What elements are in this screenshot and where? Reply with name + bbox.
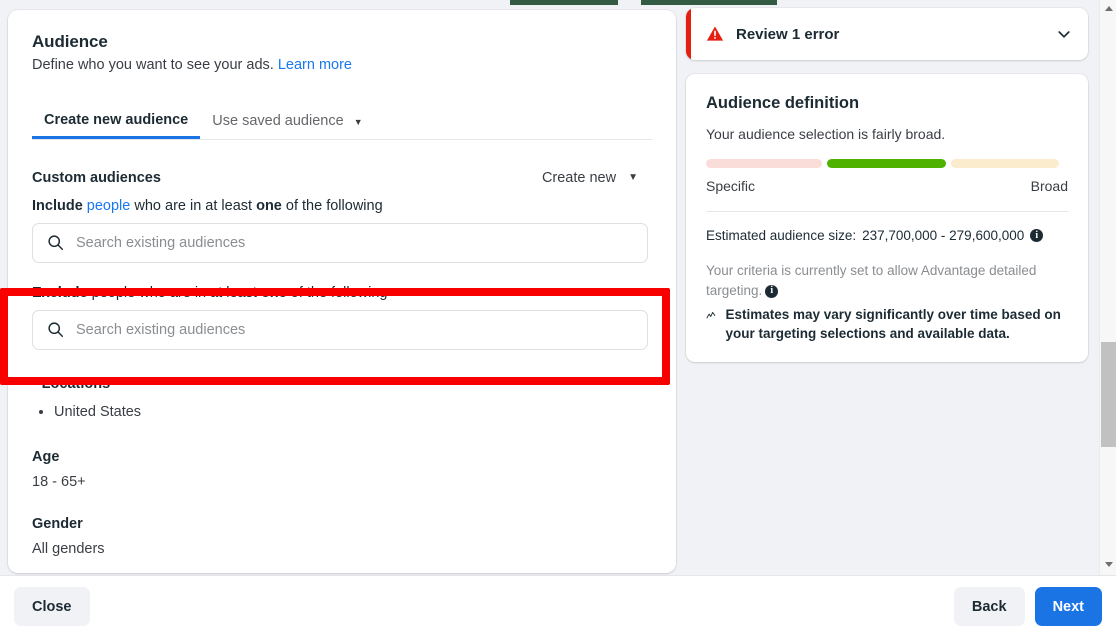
scroll-down-arrow-icon[interactable] [1100, 556, 1116, 573]
gauge-segment-broad [951, 159, 1059, 168]
gauge-label-broad: Broad [1031, 178, 1068, 194]
gender-value: All genders [32, 541, 652, 557]
include-search-placeholder: Search existing audiences [76, 235, 245, 251]
audience-card: Audience Define who you want to see your… [8, 10, 676, 573]
error-accent-bar [686, 8, 691, 60]
variance-note-text: Estimates may vary significantly over ti… [725, 306, 1068, 344]
gender-section: Gender All genders [32, 516, 652, 557]
locations-list: United States [32, 402, 652, 424]
exclude-prefix: Exclude [32, 285, 88, 301]
audience-description: Define who you want to see your ads. Lea… [32, 56, 652, 76]
right-panel: Review 1 error Audience definition Your … [686, 8, 1088, 362]
locations-heading: * Locations [32, 376, 652, 392]
gender-heading: Gender [32, 516, 652, 532]
page-title: Audience [32, 32, 652, 52]
gauge-label-specific: Specific [706, 178, 755, 194]
create-new-label: Create new [542, 170, 616, 186]
divider [706, 211, 1068, 212]
include-instruction: Include people who are in at least one o… [32, 198, 652, 214]
review-error-panel[interactable]: Review 1 error [686, 8, 1088, 60]
back-button[interactable]: Back [954, 587, 1025, 626]
exclude-instruction: Exclude people who are in at least one o… [32, 285, 652, 301]
age-section: Age 18 - 65+ [32, 449, 652, 490]
search-icon [47, 234, 64, 251]
audience-definition-title: Audience definition [706, 94, 1068, 113]
custom-audiences-header: Custom audiences Create new ▼ [32, 170, 652, 186]
estimate-label: Estimated audience size: [706, 228, 856, 243]
criteria-note: Your criteria is currently set to allow … [706, 261, 1068, 300]
age-value: 18 - 65+ [32, 474, 652, 490]
bottom-action-bar: Close Back Next [0, 575, 1116, 637]
exclude-suffix: of the following [291, 285, 388, 301]
audience-tabs: Create new audience Use saved audience ▼ [32, 102, 652, 140]
info-icon[interactable]: i [765, 285, 778, 298]
estimate-value: 237,700,000 - 279,600,000 [862, 228, 1024, 243]
locations-section: * Locations United States [32, 376, 652, 424]
review-error-label: Review 1 error [736, 26, 1056, 43]
exclude-search-placeholder: Search existing audiences [76, 322, 245, 338]
list-item: United States [54, 402, 652, 424]
gauge-labels: Specific Broad [706, 178, 1068, 194]
include-mid: who are in at least [134, 198, 252, 214]
chevron-down-icon: ▼ [354, 117, 363, 127]
gauge-segment-specific [706, 159, 822, 168]
progress-segment-1 [510, 0, 618, 5]
chevron-down-icon[interactable] [1056, 26, 1072, 42]
tab-use-saved-audience-label: Use saved audience [212, 113, 343, 129]
scrollbar-thumb[interactable] [1101, 342, 1116, 447]
exclude-group: Exclude people who are in at least one o… [32, 285, 652, 350]
tab-create-new-audience-label: Create new audience [44, 112, 188, 128]
estimated-audience-size: Estimated audience size: 237,700,000 - 2… [706, 228, 1068, 243]
next-button[interactable]: Next [1035, 587, 1102, 626]
gauge-segment-middle [827, 159, 946, 168]
close-button[interactable]: Close [14, 587, 90, 626]
warning-triangle-icon [706, 25, 724, 43]
tab-create-new-audience[interactable]: Create new audience [32, 112, 200, 139]
include-people-link[interactable]: people [87, 198, 131, 214]
progress-strip [0, 0, 1100, 7]
tab-use-saved-audience[interactable]: Use saved audience ▼ [200, 113, 374, 139]
scroll-up-arrow-icon[interactable] [1100, 0, 1116, 17]
include-prefix: Include [32, 198, 83, 214]
exclude-emphasis: one [261, 285, 287, 301]
create-new-button[interactable]: Create new ▼ [542, 170, 652, 186]
exclude-search-input[interactable]: Search existing audiences [32, 310, 648, 350]
learn-more-link[interactable]: Learn more [278, 57, 352, 73]
page-scrollbar[interactable] [1099, 0, 1116, 575]
info-icon[interactable]: i [1030, 229, 1043, 242]
variance-note: Estimates may vary significantly over ti… [706, 306, 1068, 344]
audience-definition-subtitle: Your audience selection is fairly broad. [706, 126, 1068, 142]
trend-chart-icon [706, 306, 716, 325]
chevron-down-icon: ▼ [628, 172, 638, 183]
progress-segment-2 [641, 0, 777, 5]
include-emphasis: one [256, 198, 282, 214]
custom-audiences-label: Custom audiences [32, 170, 161, 186]
audience-definition-panel: Audience definition Your audience select… [686, 74, 1088, 362]
ads-manager-audience-screen: Audience Define who you want to see your… [0, 0, 1116, 637]
age-heading: Age [32, 449, 652, 465]
include-search-input[interactable]: Search existing audiences [32, 223, 648, 263]
audience-description-text: Define who you want to see your ads. [32, 57, 274, 73]
exclude-mid: who are in at least [139, 285, 257, 301]
audience-breadth-gauge [706, 159, 1068, 168]
exclude-people-text: people [92, 285, 136, 301]
include-suffix: of the following [286, 198, 383, 214]
search-icon [47, 321, 64, 338]
criteria-note-text: Your criteria is currently set to allow … [706, 263, 1036, 298]
